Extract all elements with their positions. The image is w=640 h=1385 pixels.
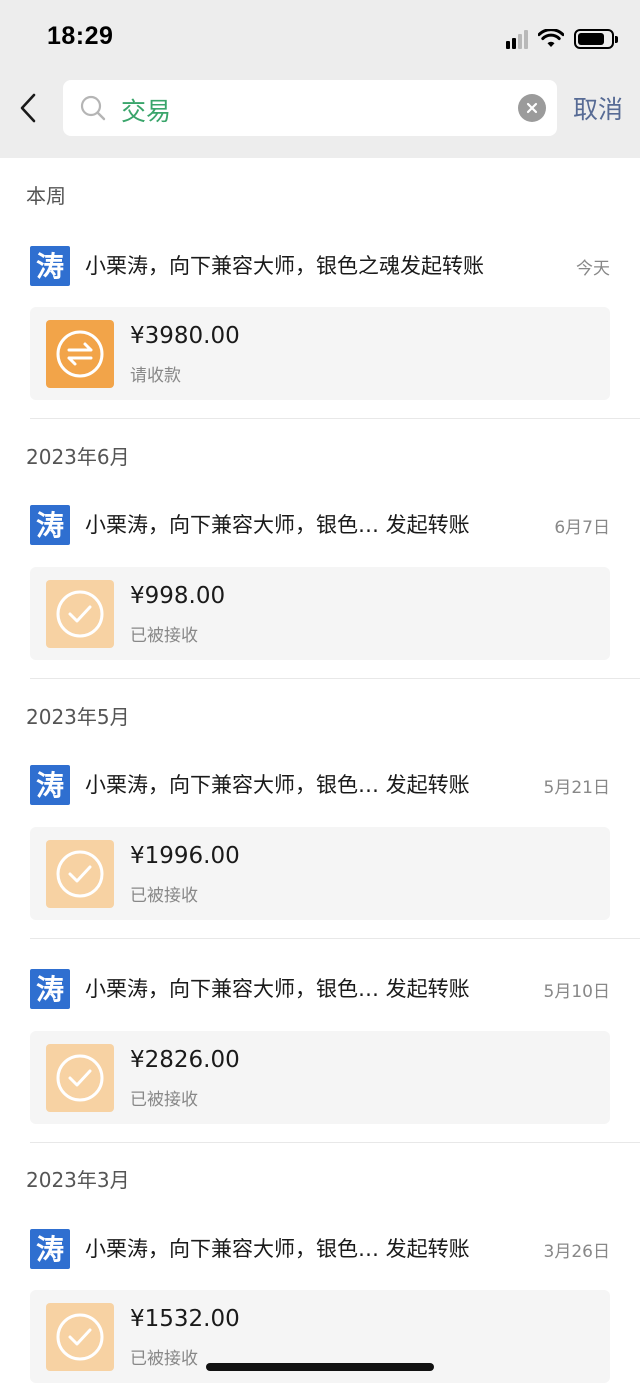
- check-circle-icon: [46, 840, 114, 908]
- home-indicator: [206, 1363, 434, 1371]
- avatar: 涛: [30, 505, 70, 545]
- check-circle-icon: [46, 580, 114, 648]
- avatar: 涛: [30, 1229, 70, 1269]
- transfer-amount: ¥1532.00: [130, 1306, 240, 1332]
- section-header: 2023年5月: [26, 705, 130, 729]
- divider: [30, 1142, 640, 1143]
- top-bar: 18:29 交易 取消: [0, 0, 640, 158]
- transfer-row[interactable]: 涛 小栗涛，向下兼容大师，银色… 发起转账 3月26日: [30, 1227, 610, 1271]
- transfer-title: 小栗涛，向下兼容大师，银色之魂发起转账: [85, 254, 484, 278]
- transfer-date: 3月26日: [543, 1242, 610, 1262]
- transfer-title: 小栗涛，向下兼容大师，银色… 发起转账: [85, 977, 470, 1001]
- clear-search-icon[interactable]: [518, 94, 546, 122]
- transfer-status: 已被接收: [130, 1090, 198, 1110]
- transfer-card[interactable]: ¥3980.00 请收款: [30, 307, 610, 400]
- transfer-date: 5月21日: [543, 778, 610, 798]
- transfer-status: 已被接收: [130, 626, 198, 646]
- divider: [30, 938, 640, 939]
- cancel-button[interactable]: 取消: [573, 90, 623, 126]
- transfer-row[interactable]: 涛 小栗涛，向下兼容大师，银色… 发起转账 6月7日: [30, 503, 610, 547]
- transfer-card[interactable]: ¥2826.00 已被接收: [30, 1031, 610, 1124]
- transfer-amount: ¥3980.00: [130, 323, 240, 349]
- transfer-amount: ¥1996.00: [130, 843, 240, 869]
- transfer-status: 已被接收: [130, 886, 198, 906]
- search-icon: [80, 95, 106, 121]
- status-time: 18:29: [47, 22, 114, 50]
- chevron-left-icon: [20, 93, 36, 123]
- cellular-signal-icon: [506, 29, 528, 49]
- transfer-row[interactable]: 涛 小栗涛，向下兼容大师，银色… 发起转账 5月21日: [30, 763, 610, 807]
- transfer-card[interactable]: ¥1996.00 已被接收: [30, 827, 610, 920]
- transfer-card[interactable]: ¥998.00 已被接收: [30, 567, 610, 660]
- transfer-row[interactable]: 涛 小栗涛，向下兼容大师，银色之魂发起转账 今天: [30, 244, 610, 288]
- transfer-row[interactable]: 涛 小栗涛，向下兼容大师，银色… 发起转账 5月10日: [30, 967, 610, 1011]
- transfer-title: 小栗涛，向下兼容大师，银色… 发起转账: [85, 513, 470, 537]
- transfer-status: 已被接收: [130, 1349, 198, 1369]
- section-header: 2023年3月: [26, 1168, 130, 1192]
- search-input[interactable]: 交易: [121, 92, 171, 128]
- transfer-date: 6月7日: [554, 518, 610, 538]
- avatar: 涛: [30, 246, 70, 286]
- section-header: 本周: [26, 184, 66, 208]
- search-box[interactable]: 交易: [63, 80, 557, 136]
- divider: [30, 418, 640, 419]
- transfer-date: 5月10日: [543, 982, 610, 1002]
- back-button[interactable]: [10, 88, 46, 128]
- transfer-amount: ¥2826.00: [130, 1047, 240, 1073]
- check-circle-icon: [46, 1044, 114, 1112]
- transfer-amount: ¥998.00: [130, 583, 226, 609]
- wifi-icon: [538, 29, 564, 47]
- battery-icon: [574, 29, 618, 49]
- check-circle-icon: [46, 1303, 114, 1371]
- divider: [30, 678, 640, 679]
- transfer-title: 小栗涛，向下兼容大师，银色… 发起转账: [85, 1237, 470, 1261]
- section-header: 2023年6月: [26, 445, 130, 469]
- transfer-status: 请收款: [130, 366, 181, 386]
- status-icons: [506, 26, 618, 52]
- avatar: 涛: [30, 765, 70, 805]
- transfer-icon: [46, 320, 114, 388]
- transfer-date: 今天: [576, 259, 610, 279]
- transfer-title: 小栗涛，向下兼容大师，银色… 发起转账: [85, 773, 470, 797]
- avatar: 涛: [30, 969, 70, 1009]
